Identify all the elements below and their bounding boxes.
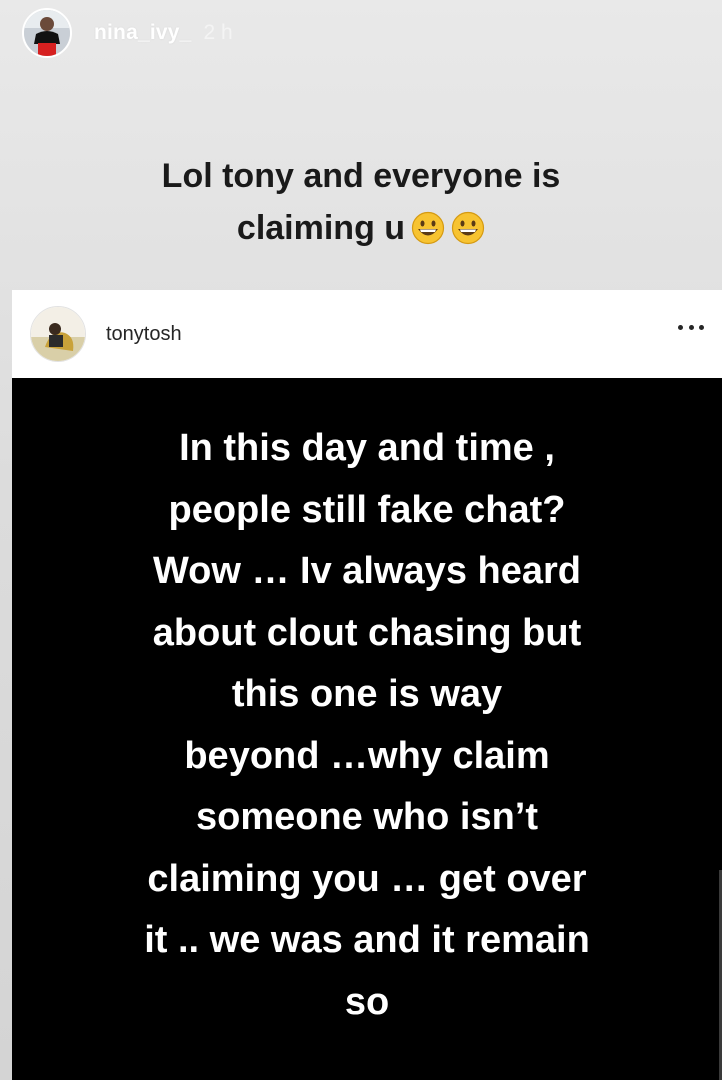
dot — [699, 324, 704, 330]
post-text-line: about clout chasing but — [152, 611, 582, 654]
post-text-line: Wow … Iv always heard — [152, 550, 581, 592]
more-horizontal-icon[interactable] — [678, 322, 704, 332]
caption-line-with-emoji: claiming u — [0, 202, 722, 254]
story-avatar[interactable] — [22, 8, 72, 58]
story-header: nina_ivy_ 2 h — [22, 6, 233, 60]
post-text-line: this one is way — [231, 673, 503, 715]
post-body: In this day and time , people still fake… — [12, 378, 722, 1080]
shared-post[interactable]: tonytosh In this day and time , people s… — [12, 290, 722, 1080]
post-text-line: In this day and time , — [179, 427, 555, 469]
dot — [688, 324, 694, 330]
post-text-line: people still fake chat? — [168, 488, 566, 531]
post-text-line: beyond …why claim — [184, 734, 550, 777]
caption-line: claiming u — [236, 209, 406, 247]
grinning-face-icon — [451, 211, 485, 245]
story-screen: nina_ivy_ 2 h Lol tony and everyone is c… — [0, 0, 722, 1080]
post-header: tonytosh — [12, 290, 722, 378]
avatar-image — [24, 10, 70, 56]
post-text-line: it .. we was and it remain — [144, 919, 590, 961]
story-timestamp: 2 h — [203, 21, 233, 44]
post-text-line: so — [344, 980, 390, 1023]
post-avatar[interactable] — [30, 306, 86, 362]
dot — [678, 324, 683, 330]
post-text: In this day and time , people still fake… — [12, 418, 722, 1033]
grinning-face-icon — [411, 211, 445, 245]
post-avatar-image — [31, 307, 85, 361]
story-username[interactable]: nina_ivy_ — [94, 21, 192, 45]
post-username[interactable]: tonytosh — [106, 323, 182, 346]
post-text-line: someone who isn’t — [195, 796, 539, 838]
story-caption: Lol tony and everyone is claiming u — [0, 150, 722, 254]
post-text-line: claiming you … get over — [147, 857, 587, 900]
caption-line: Lol tony and everyone is — [161, 157, 561, 195]
